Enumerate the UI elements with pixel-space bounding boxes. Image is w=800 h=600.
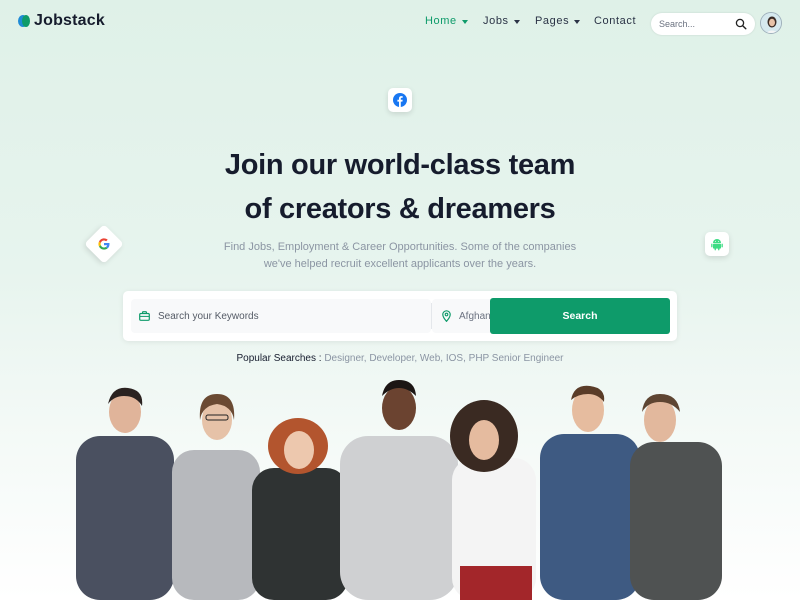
- chevron-down-icon: [461, 19, 468, 24]
- facebook-icon: [393, 93, 407, 107]
- keywords-input[interactable]: [158, 310, 408, 322]
- avatar-image: [761, 13, 781, 33]
- popular-searches-tags[interactable]: Designer, Developer, Web, IOS, PHP Senio…: [324, 353, 563, 364]
- nav-item-label: Pages: [535, 15, 570, 27]
- briefcase-icon: [139, 311, 150, 321]
- nav-item-home[interactable]: Home: [425, 15, 468, 27]
- nav-item-label: Contact: [594, 15, 637, 27]
- search-button[interactable]: Search: [490, 298, 670, 334]
- nav-item-contact[interactable]: Contact: [594, 15, 636, 27]
- person-6: [540, 385, 640, 600]
- brand-name: Jobstack: [34, 12, 105, 29]
- hero-title-line-2: of creators & dreamers: [244, 193, 556, 225]
- nav-item-label: Jobs: [483, 15, 509, 27]
- person-2: [172, 394, 260, 600]
- hero-title-line-1: Join our world-class team: [224, 149, 576, 181]
- search-icon[interactable]: [735, 18, 747, 30]
- hero-subtitle: Find Jobs, Employment & Career Opportuni…: [220, 239, 580, 273]
- person-3: [252, 418, 348, 600]
- nav-item-label: Home: [425, 15, 457, 27]
- team-photo: [76, 380, 722, 600]
- user-avatar[interactable]: [760, 12, 782, 34]
- google-icon: [98, 238, 110, 250]
- chevron-down-icon: [513, 19, 520, 24]
- hero-subtitle-line-2: we've helped recruit excellent applicant…: [263, 258, 537, 270]
- nav-search: [651, 13, 755, 35]
- brand-logo[interactable]: Jobstack: [18, 12, 105, 30]
- keywords-field: [131, 299, 431, 333]
- logo-icon: [18, 14, 30, 28]
- map-pin-icon: [442, 310, 451, 322]
- android-icon: [711, 239, 723, 251]
- android-card: [705, 232, 729, 256]
- popular-searches: Popular Searches : Designer, Developer, …: [0, 353, 800, 364]
- person-1: [76, 387, 174, 600]
- hero-title: Join our world-class team of creators & …: [0, 143, 800, 231]
- nav-item-pages[interactable]: Pages: [535, 15, 581, 27]
- facebook-card: [388, 88, 412, 112]
- person-5: [450, 400, 536, 600]
- person-4: [340, 380, 458, 600]
- navbar: Jobstack Home Jobs Pages Contact: [0, 0, 800, 46]
- hero-subtitle-line-1: Find Jobs, Employment & Career Opportuni…: [223, 241, 577, 253]
- nav-item-jobs[interactable]: Jobs: [483, 15, 520, 27]
- chevron-down-icon: [574, 19, 581, 24]
- job-search-form: Afghanistan Search: [123, 291, 677, 341]
- nav-search-input[interactable]: [659, 19, 731, 29]
- popular-searches-label: Popular Searches :: [236, 353, 322, 364]
- person-7: [630, 394, 722, 600]
